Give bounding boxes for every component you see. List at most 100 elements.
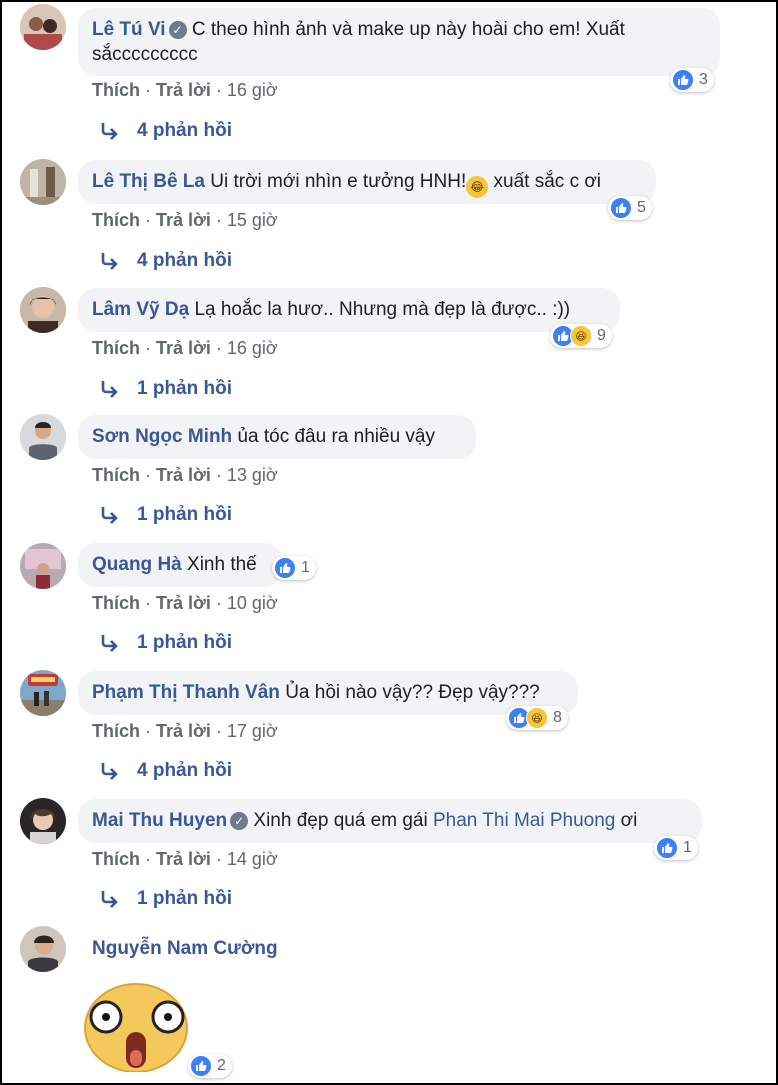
comment-actions: Thích · Trả lời · 17 giờ bbox=[92, 721, 278, 741]
timestamp[interactable]: 10 giờ bbox=[227, 593, 278, 613]
timestamp[interactable]: 17 giờ bbox=[227, 721, 278, 741]
commenter-name[interactable]: Phạm Thị Thanh Vân bbox=[92, 682, 280, 703]
reaction-summary[interactable]: 1 bbox=[272, 556, 316, 580]
commenter-name[interactable]: Lê Thị Bê La bbox=[92, 171, 205, 192]
commenter-name[interactable]: Mai Thu Huyen bbox=[92, 810, 227, 831]
comment-actions: Thích · Trả lời · 16 giờ bbox=[92, 338, 278, 358]
avatar[interactable] bbox=[20, 159, 66, 205]
like-link[interactable]: Thích bbox=[92, 849, 140, 869]
like-link[interactable]: Thích bbox=[92, 593, 140, 613]
comment-actions: Thích · Trả lời · 10 giờ bbox=[92, 593, 278, 613]
replies-count: 1 phản hồi bbox=[137, 888, 232, 909]
reaction-summary[interactable]: 5 bbox=[608, 196, 652, 220]
like-icon bbox=[672, 69, 694, 91]
commenter-name[interactable]: Quang Hà bbox=[92, 554, 182, 575]
reaction-count: 9 bbox=[597, 327, 606, 344]
timestamp[interactable]: 16 giờ bbox=[227, 338, 278, 358]
comment-bubble: Sơn Ngọc Minh ủa tóc đâu ra nhiều vậy bbox=[78, 415, 476, 459]
like-icon bbox=[610, 197, 632, 219]
replies-count: 1 phản hồi bbox=[137, 504, 232, 525]
view-replies[interactable]: 4 phản hồi bbox=[98, 120, 232, 142]
reply-link[interactable]: Trả lời bbox=[156, 210, 211, 230]
like-link[interactable]: Thích bbox=[92, 80, 140, 100]
avatar[interactable] bbox=[20, 414, 66, 460]
comment-actions: Thích · Trả lời · 13 giờ bbox=[92, 465, 278, 485]
view-replies[interactable]: 1 phản hồi bbox=[98, 632, 232, 654]
view-replies[interactable]: 1 phản hồi bbox=[98, 378, 232, 400]
avatar[interactable] bbox=[20, 798, 66, 844]
view-replies[interactable]: 1 phản hồi bbox=[98, 504, 232, 526]
mention-link[interactable]: Phan Thi Mai Phuong bbox=[433, 810, 615, 831]
replies-count: 1 phản hồi bbox=[137, 378, 232, 399]
commenter-name[interactable]: Lê Tú Vi bbox=[92, 19, 166, 40]
comment-actions: Thích · Trả lời · 15 giờ bbox=[92, 210, 278, 230]
verified-badge-icon: ✓ bbox=[168, 21, 187, 39]
commenter-name[interactable]: Nguyễn Nam Cường bbox=[92, 938, 278, 960]
reply-arrow-icon bbox=[101, 253, 118, 270]
reaction-summary[interactable]: 😆 9 bbox=[550, 324, 612, 348]
timestamp[interactable]: 16 giờ bbox=[227, 80, 278, 100]
reaction-summary[interactable]: 2 bbox=[188, 1054, 232, 1078]
like-icon bbox=[274, 557, 296, 579]
view-replies[interactable]: 4 phản hồi bbox=[98, 760, 232, 782]
comment-text: Lạ hoắc la hươ.. Nhưng mà đẹp là được.. … bbox=[194, 299, 571, 320]
comment-bubble: Mai Thu Huyen ✓ Xinh đẹp quá em gái Phan … bbox=[78, 799, 702, 843]
timestamp[interactable]: 14 giờ bbox=[227, 849, 278, 869]
reply-link[interactable]: Trả lời bbox=[156, 338, 211, 358]
reaction-summary[interactable]: 1 bbox=[654, 836, 698, 860]
comment-text: C theo hình ảnh và make up này hoài cho … bbox=[191, 19, 625, 40]
reply-arrow-icon bbox=[101, 123, 118, 140]
comment-bubble: Lê Tú Vi ✓ C theo hình ảnh và make up này… bbox=[78, 8, 720, 76]
replies-count: 4 phản hồi bbox=[137, 760, 232, 781]
comment-text: ủa tóc đâu ra nhiều vậy bbox=[237, 426, 435, 447]
haha-icon: 😆 bbox=[526, 707, 548, 729]
reply-link[interactable]: Trả lời bbox=[156, 80, 211, 100]
avatar[interactable] bbox=[20, 287, 66, 333]
reply-link[interactable]: Trả lời bbox=[156, 721, 211, 741]
replies-count: 4 phản hồi bbox=[137, 120, 232, 141]
reaction-summary[interactable]: 😆 8 bbox=[506, 706, 568, 730]
like-icon bbox=[656, 837, 678, 859]
like-link[interactable]: Thích bbox=[92, 465, 140, 485]
avatar[interactable] bbox=[20, 543, 66, 589]
reply-arrow-icon bbox=[101, 381, 118, 398]
view-replies[interactable]: 4 phản hồi bbox=[98, 250, 232, 272]
comment-bubble: Lê Thị Bê La Ui trời mới nhìn e tưởng HN… bbox=[78, 160, 656, 204]
timestamp[interactable]: 13 giờ bbox=[227, 465, 278, 485]
reply-arrow-icon bbox=[101, 635, 118, 652]
commenter-name[interactable]: Sơn Ngọc Minh bbox=[92, 426, 232, 447]
reaction-count: 3 bbox=[699, 71, 708, 88]
like-icon bbox=[190, 1055, 212, 1077]
like-link[interactable]: Thích bbox=[92, 210, 140, 230]
reaction-count: 8 bbox=[553, 709, 562, 726]
reply-link[interactable]: Trả lời bbox=[156, 465, 211, 485]
comment-text: xuất sắc c ơi bbox=[488, 171, 602, 192]
commenter-name[interactable]: Lâm Vỹ Dạ bbox=[92, 299, 189, 320]
reply-link[interactable]: Trả lời bbox=[156, 593, 211, 613]
avatar[interactable] bbox=[20, 926, 66, 972]
reaction-count: 2 bbox=[217, 1057, 226, 1074]
reaction-count: 1 bbox=[301, 559, 310, 576]
comment-text: sắccccccccc bbox=[92, 44, 198, 65]
like-link[interactable]: Thích bbox=[92, 721, 140, 741]
avatar[interactable] bbox=[20, 4, 66, 50]
comment-bubble: Phạm Thị Thanh Vân Ủa hồi nào vậy?? Đẹp … bbox=[78, 671, 578, 715]
comment-text: Xinh thế bbox=[187, 554, 257, 575]
reply-arrow-icon bbox=[101, 507, 118, 524]
reply-arrow-icon bbox=[101, 891, 118, 908]
comment-text: Ủa hồi nào vậy?? Đẹp vậy??? bbox=[285, 682, 540, 703]
view-replies[interactable]: 1 phản hồi bbox=[98, 888, 232, 910]
reaction-count: 5 bbox=[637, 199, 646, 216]
verified-badge-icon: ✓ bbox=[230, 812, 249, 830]
like-link[interactable]: Thích bbox=[92, 338, 140, 358]
reaction-count: 1 bbox=[683, 839, 692, 856]
timestamp[interactable]: 15 giờ bbox=[227, 210, 278, 230]
reply-link[interactable]: Trả lời bbox=[156, 849, 211, 869]
comment-text: Ui trời mới nhìn e tưởng HNH! bbox=[210, 171, 467, 192]
replies-count: 4 phản hồi bbox=[137, 250, 232, 271]
reply-arrow-icon bbox=[101, 763, 118, 780]
haha-icon: 😆 bbox=[570, 325, 592, 347]
comment-text: ơi bbox=[615, 810, 638, 831]
reaction-summary[interactable]: 3 bbox=[670, 68, 714, 92]
avatar[interactable] bbox=[20, 670, 66, 716]
